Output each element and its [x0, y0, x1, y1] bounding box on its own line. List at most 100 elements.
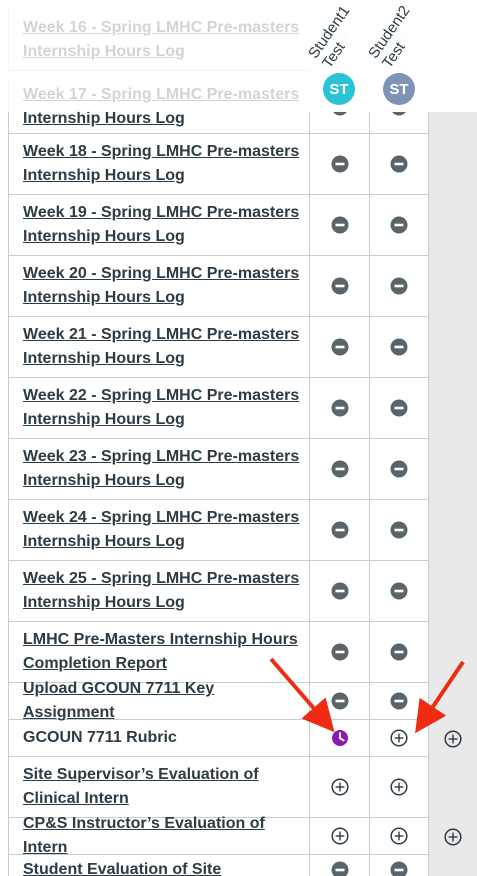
minus-icon[interactable]	[330, 276, 350, 296]
plus-circle-icon[interactable]	[443, 729, 463, 749]
plus-circle-icon[interactable]	[330, 826, 350, 846]
minus-icon[interactable]	[330, 215, 350, 235]
minus-icon[interactable]	[330, 691, 350, 711]
assignment-link[interactable]: Week 19 - Spring LMHC Pre-masters Intern…	[23, 201, 303, 249]
plus-circle-icon[interactable]	[389, 826, 409, 846]
minus-icon[interactable]	[389, 215, 409, 235]
student-column-header-1[interactable]: Student1 Test ST	[305, 0, 369, 112]
status-cell[interactable]	[369, 561, 429, 622]
table-row: Week 19 - Spring LMHC Pre-masters Intern…	[8, 195, 477, 256]
assignment-link[interactable]: CP&S Instructor’s Evaluation of Intern	[23, 812, 303, 860]
minus-icon[interactable]	[389, 459, 409, 479]
minus-icon[interactable]	[330, 581, 350, 601]
minus-icon[interactable]	[330, 337, 350, 357]
assignment-link[interactable]: Week 20 - Spring LMHC Pre-masters Intern…	[23, 262, 303, 310]
status-cell[interactable]	[309, 622, 369, 683]
assignment-link[interactable]: LMHC Pre-Masters Internship Hours Comple…	[23, 628, 303, 676]
table-row: Week 24 - Spring LMHC Pre-masters Intern…	[8, 500, 477, 561]
status-cell[interactable]	[309, 500, 369, 561]
assignment-link[interactable]: Student Evaluation of Site	[23, 858, 221, 876]
assignment-link[interactable]: GCOUN 7711 Rubric	[23, 726, 177, 750]
minus-icon[interactable]	[330, 860, 350, 876]
status-cell[interactable]	[369, 378, 429, 439]
minus-icon[interactable]	[389, 520, 409, 540]
status-cell[interactable]	[309, 317, 369, 378]
status-cell[interactable]	[309, 683, 369, 720]
assignment-cell: Week 18 - Spring LMHC Pre-masters Intern…	[8, 134, 309, 195]
minus-icon[interactable]	[389, 398, 409, 418]
assignment-link[interactable]: Upload GCOUN 7711 Key Assignment	[23, 677, 303, 725]
clock-icon[interactable]	[330, 728, 350, 748]
status-cell[interactable]	[369, 256, 429, 317]
minus-icon[interactable]	[389, 154, 409, 174]
avatar[interactable]: ST	[323, 73, 355, 105]
minus-icon[interactable]	[330, 154, 350, 174]
status-cell[interactable]	[369, 855, 429, 876]
student-column-header-2[interactable]: Student2 Test ST	[365, 0, 429, 112]
status-cell[interactable]	[309, 757, 369, 818]
status-cell[interactable]	[369, 622, 429, 683]
assignment-link[interactable]: Week 23 - Spring LMHC Pre-masters Intern…	[23, 445, 303, 493]
extra-column-cell	[429, 439, 477, 500]
status-cell[interactable]	[369, 134, 429, 195]
status-cell[interactable]	[369, 317, 429, 378]
assignment-link[interactable]: Week 25 - Spring LMHC Pre-masters Intern…	[23, 567, 303, 615]
table-row: CP&S Instructor’s Evaluation of Intern	[8, 815, 477, 856]
minus-icon[interactable]	[330, 459, 350, 479]
status-cell[interactable]	[369, 500, 429, 561]
assignment-cell: Week 19 - Spring LMHC Pre-masters Intern…	[8, 195, 309, 256]
minus-icon[interactable]	[330, 520, 350, 540]
minus-icon[interactable]	[389, 691, 409, 711]
status-cell[interactable]	[369, 195, 429, 256]
plus-circle-icon[interactable]	[389, 728, 409, 748]
assignment-cell: Week 21 - Spring LMHC Pre-masters Intern…	[8, 317, 309, 378]
student-name: Student2 Test	[365, 2, 414, 72]
minus-icon[interactable]	[330, 398, 350, 418]
status-cell[interactable]	[369, 720, 429, 757]
assignment-link[interactable]: Week 21 - Spring LMHC Pre-masters Intern…	[23, 323, 303, 371]
status-cell[interactable]	[369, 439, 429, 500]
extra-column-cell	[429, 720, 477, 757]
status-cell[interactable]	[369, 757, 429, 818]
assignment-link[interactable]: Site Supervisor’s Evaluation of Clinical…	[23, 763, 303, 811]
status-cell[interactable]	[309, 195, 369, 256]
minus-icon[interactable]	[330, 642, 350, 662]
status-cell[interactable]	[309, 439, 369, 500]
extra-column-cell	[429, 195, 477, 256]
extra-column-cell	[429, 757, 477, 818]
plus-circle-icon[interactable]	[389, 777, 409, 797]
assignment-cell: Week 22 - Spring LMHC Pre-masters Intern…	[8, 378, 309, 439]
table-row: Student Evaluation of Site	[8, 855, 477, 876]
assignment-link[interactable]: Week 18 - Spring LMHC Pre-masters Intern…	[23, 140, 303, 188]
table-row: LMHC Pre-Masters Internship Hours Comple…	[8, 622, 477, 683]
extra-column-cell	[429, 622, 477, 683]
status-cell[interactable]	[309, 378, 369, 439]
status-cell[interactable]	[309, 818, 369, 855]
status-cell[interactable]	[309, 256, 369, 317]
assignment-link[interactable]: Week 22 - Spring LMHC Pre-masters Intern…	[23, 384, 303, 432]
status-cell[interactable]	[369, 818, 429, 855]
assignment-cell: Week 25 - Spring LMHC Pre-masters Intern…	[8, 561, 309, 622]
extra-column-cell	[429, 683, 477, 720]
avatar[interactable]: ST	[383, 73, 415, 105]
minus-icon[interactable]	[389, 581, 409, 601]
status-cell[interactable]	[309, 855, 369, 876]
minus-icon[interactable]	[389, 642, 409, 662]
plus-circle-icon[interactable]	[443, 827, 463, 847]
assignment-cell: Week 20 - Spring LMHC Pre-masters Intern…	[8, 256, 309, 317]
status-cell[interactable]	[369, 683, 429, 720]
extra-column-cell	[429, 378, 477, 439]
table-row: Week 20 - Spring LMHC Pre-masters Intern…	[8, 256, 477, 317]
mastery-grid: Week 16 - Spring LMHC Pre-masters Intern…	[0, 0, 477, 876]
minus-icon[interactable]	[389, 860, 409, 876]
minus-icon[interactable]	[389, 276, 409, 296]
status-cell[interactable]	[309, 134, 369, 195]
minus-icon[interactable]	[389, 337, 409, 357]
plus-circle-icon[interactable]	[330, 777, 350, 797]
table-row: Week 23 - Spring LMHC Pre-masters Intern…	[8, 439, 477, 500]
table-row: Upload GCOUN 7711 Key Assignment	[8, 680, 477, 721]
status-cell[interactable]	[309, 561, 369, 622]
extra-column-cell	[429, 134, 477, 195]
status-cell[interactable]	[309, 720, 369, 757]
assignment-link[interactable]: Week 24 - Spring LMHC Pre-masters Intern…	[23, 506, 303, 554]
